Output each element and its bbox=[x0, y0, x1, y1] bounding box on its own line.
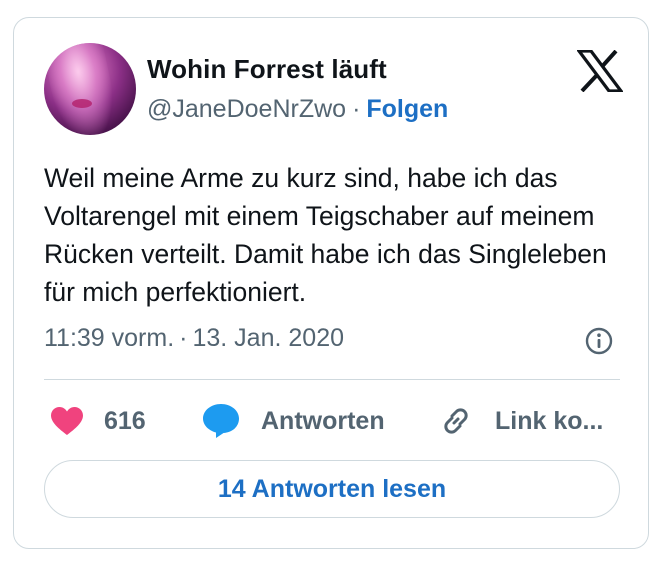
info-icon[interactable] bbox=[584, 326, 614, 356]
copy-link-label: Link ko... bbox=[495, 406, 604, 435]
avatar-lips-shape bbox=[72, 99, 92, 108]
link-icon bbox=[438, 403, 474, 439]
like-count: 616 bbox=[104, 406, 146, 435]
timestamp-separator: · bbox=[179, 324, 188, 352]
tweet-text: Weil meine Arme zu kurz sind, habe ich d… bbox=[44, 163, 607, 307]
follow-button[interactable]: Folgen bbox=[366, 95, 448, 123]
tweet-timestamp[interactable]: 11:39 vorm. · 13. Jan. 2020 bbox=[44, 324, 344, 353]
speech-bubble-icon bbox=[202, 403, 240, 439]
author-handle-row: @JaneDoeNrZwo · Folgen bbox=[147, 95, 448, 124]
copy-link-button[interactable]: Link ko... bbox=[438, 400, 603, 442]
reply-label: Antworten bbox=[261, 406, 385, 435]
avatar-hair-shape bbox=[44, 43, 122, 135]
heart-icon bbox=[50, 406, 84, 436]
read-replies-button[interactable]: 14 Antworten lesen bbox=[44, 460, 620, 518]
like-button[interactable]: 616 bbox=[50, 400, 146, 442]
x-logo-icon[interactable] bbox=[575, 49, 625, 93]
tweet-embed-card: Wohin Forrest läuft @JaneDoeNrZwo · Folgen… bbox=[13, 17, 649, 549]
tweet-date: 13. Jan. 2020 bbox=[192, 324, 344, 352]
reply-button[interactable]: Antworten bbox=[202, 400, 385, 442]
divider bbox=[44, 379, 620, 380]
author-handle[interactable]: @JaneDoeNrZwo bbox=[147, 95, 346, 123]
handle-separator: · bbox=[352, 95, 361, 123]
author-display-name[interactable]: Wohin Forrest läuft bbox=[147, 54, 387, 85]
avatar[interactable] bbox=[44, 43, 136, 135]
tweet-time: 11:39 vorm. bbox=[44, 324, 175, 352]
